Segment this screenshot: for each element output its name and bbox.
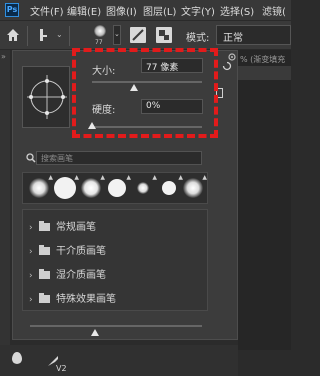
brush-preset-icon[interactable] xyxy=(94,25,106,37)
menu-filter[interactable]: 滤镜( xyxy=(262,3,286,18)
chevron-down-icon[interactable]: ⌄ xyxy=(56,30,63,39)
group-label: 湿介质画笔 xyxy=(56,270,106,281)
group-label: 干介质画笔 xyxy=(56,246,106,257)
brush-picker-toggle[interactable]: ⌄ xyxy=(113,25,121,45)
divider xyxy=(69,26,70,46)
list-item[interactable]: › 常规画笔 xyxy=(29,218,96,233)
brush-thumb[interactable]: ▲ xyxy=(157,174,183,200)
document-tab-title: % (渐变填充 xyxy=(240,55,286,64)
chevron-right-icon: › xyxy=(29,223,33,233)
blur-tool-icon[interactable] xyxy=(12,352,22,364)
preview-size-slider-thumb[interactable] xyxy=(91,329,100,336)
brush-size-badge: 77 xyxy=(95,39,103,46)
brush-thumb[interactable]: ▲ xyxy=(79,174,105,200)
brush-thumb[interactable]: ▲ xyxy=(27,174,53,200)
group-label: 特殊效果画笔 xyxy=(56,294,116,305)
menu-image[interactable]: 图像(I) xyxy=(106,3,137,18)
brush-angle-preview[interactable] xyxy=(22,66,70,128)
recent-brushes: ▲ ▲ ▲ ▲ ▲ ▲ ▲ xyxy=(22,172,208,204)
list-item[interactable]: › 湿介质画笔 xyxy=(29,266,106,281)
chevron-right-icon: › xyxy=(29,271,33,281)
reset-size-icon[interactable] xyxy=(222,60,232,72)
photoshop-logo: Ps xyxy=(5,3,19,17)
brush-thumb[interactable]: ▲ xyxy=(53,174,79,200)
menu-bar: Ps 文件(F) 编辑(E) 图像(I) 图层(L) 文字(Y) 选择(S) 滤… xyxy=(0,0,291,20)
menu-layer[interactable]: 图层(L) xyxy=(143,3,176,18)
brush-thumb[interactable]: ▲ xyxy=(181,174,207,200)
folder-icon xyxy=(39,245,50,255)
mode-label: 模式: xyxy=(186,33,210,44)
brush-thumb[interactable]: ▲ xyxy=(105,174,131,200)
brush-search-input[interactable]: 搜索画笔 xyxy=(36,151,202,165)
menu-file[interactable]: 文件(F) xyxy=(30,3,64,18)
version-tag: V2 xyxy=(56,364,67,373)
menu-select[interactable]: 选择(S) xyxy=(220,3,254,18)
brush-thumb[interactable]: ▲ xyxy=(131,174,157,200)
group-label: 常规画笔 xyxy=(56,222,96,233)
preview-size-slider-track[interactable] xyxy=(30,325,202,327)
home-icon[interactable] xyxy=(5,27,21,43)
options-bar: ⌄ 77 ⌄ 模式: 正常 xyxy=(0,20,291,50)
highlight-box xyxy=(72,48,218,138)
chevron-right-icon: › xyxy=(29,295,33,305)
pressure-tip-icon: ▲ xyxy=(202,174,207,181)
canvas-area xyxy=(238,50,291,350)
menu-edit[interactable]: 编辑(E) xyxy=(67,3,101,18)
brush-settings-icon[interactable] xyxy=(130,27,146,43)
chevron-down-icon: ⌄ xyxy=(114,30,120,38)
document-tab[interactable] xyxy=(238,66,291,80)
collapse-arrows-icon[interactable]: » xyxy=(1,52,6,61)
list-item[interactable]: › 干介质画笔 xyxy=(29,242,106,257)
folder-icon xyxy=(39,293,50,303)
tool-row xyxy=(0,345,238,376)
mode-select[interactable]: 正常 xyxy=(216,25,291,45)
divider xyxy=(27,26,28,46)
search-icon xyxy=(26,153,36,163)
folder-icon xyxy=(39,221,50,231)
folder-icon xyxy=(39,269,50,279)
menu-type[interactable]: 文字(Y) xyxy=(181,3,215,18)
list-item[interactable]: › 特殊效果画笔 xyxy=(29,290,116,305)
toolbar-strip: » xyxy=(0,50,10,376)
chevron-right-icon: › xyxy=(29,247,33,257)
clone-source-icon[interactable] xyxy=(156,27,172,43)
brush-group-list: › 常规画笔 › 干介质画笔 › 湿介质画笔 › 特殊效果画笔 xyxy=(22,209,208,311)
brush-tool-icon[interactable] xyxy=(36,26,54,44)
